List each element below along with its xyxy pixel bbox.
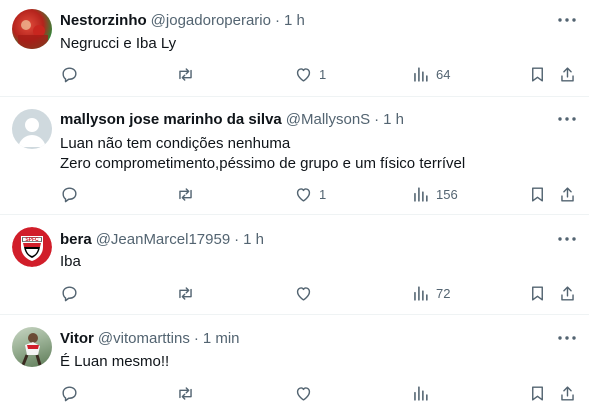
bookmark-button[interactable]: [528, 283, 547, 303]
retweet-button[interactable]: [176, 64, 195, 84]
like-button[interactable]: [294, 383, 319, 403]
separator-dot: ·: [374, 110, 380, 128]
user-handle[interactable]: @vitomarttins: [98, 330, 190, 347]
like-icon: [294, 185, 313, 204]
like-button[interactable]: [294, 283, 319, 303]
reply-icon: [60, 185, 79, 204]
user-handle[interactable]: @MallysonS: [286, 111, 370, 128]
tweet[interactable]: SPFC bera @JeanMarcel17959 · 1 h Iba 72: [0, 215, 589, 315]
bookmark-icon: [528, 185, 547, 204]
user-handle[interactable]: @jogadoroperario: [151, 12, 271, 29]
avatar[interactable]: [12, 327, 52, 367]
reply-button[interactable]: [60, 64, 79, 84]
timestamp[interactable]: 1 h: [243, 231, 264, 248]
tweet-header: bera @JeanMarcel17959 · 1 h: [60, 229, 549, 249]
tweet-text: Luan não tem condições nenhuma Zero comp…: [60, 135, 466, 172]
share-icon: [558, 284, 577, 303]
bookmark-icon: [528, 384, 547, 403]
timestamp[interactable]: 1 h: [383, 111, 404, 128]
like-button[interactable]: 1: [294, 184, 326, 204]
retweet-button[interactable]: [176, 184, 195, 204]
views-button[interactable]: 156: [411, 184, 458, 204]
reply-button[interactable]: [60, 383, 79, 403]
like-count: 1: [319, 186, 327, 202]
views-button[interactable]: [411, 383, 436, 403]
retweet-button[interactable]: [176, 383, 195, 403]
like-icon: [294, 284, 313, 303]
share-button[interactable]: [558, 184, 577, 204]
reply-button[interactable]: [60, 184, 79, 204]
timestamp[interactable]: 1 min: [203, 330, 240, 347]
reply-button[interactable]: [60, 283, 79, 303]
action-bar: 1 156: [0, 184, 589, 204]
separator-dot: ·: [193, 329, 199, 347]
share-icon: [558, 185, 577, 204]
retweet-icon: [176, 284, 195, 303]
tweet-header: mallyson jose marinho da silva @Mallyson…: [60, 109, 549, 129]
views-count: 64: [436, 66, 451, 82]
separator-dot: ·: [274, 11, 280, 29]
bookmark-icon: [528, 284, 547, 303]
views-count: 72: [436, 285, 451, 301]
display-name[interactable]: Nestorzinho: [60, 12, 147, 29]
avatar[interactable]: [12, 109, 52, 149]
tweet[interactable]: Nestorzinho @jogadoroperario · 1 h Negru…: [0, 0, 589, 97]
share-icon: [558, 384, 577, 403]
retweet-icon: [176, 65, 195, 84]
retweet-icon: [176, 384, 195, 403]
reply-icon: [60, 284, 79, 303]
retweet-button[interactable]: [176, 283, 195, 303]
avatar-badge-text: SPFC: [25, 237, 39, 243]
bookmark-button[interactable]: [528, 64, 547, 84]
tweet-text: É Luan mesmo!!: [60, 353, 170, 370]
more-icon[interactable]: [557, 109, 577, 129]
more-icon[interactable]: [557, 328, 577, 348]
views-icon: [411, 384, 430, 403]
action-bar: 72: [0, 283, 589, 303]
avatar[interactable]: SPFC: [12, 227, 52, 267]
tweet[interactable]: mallyson jose marinho da silva @Mallyson…: [0, 97, 589, 215]
views-button[interactable]: 64: [411, 64, 450, 84]
more-icon[interactable]: [557, 229, 577, 249]
views-icon: [411, 284, 430, 303]
action-bar: [0, 383, 589, 403]
like-button[interactable]: 1: [294, 64, 326, 84]
share-button[interactable]: [558, 64, 577, 84]
views-icon: [411, 65, 430, 84]
retweet-icon: [176, 185, 195, 204]
more-icon[interactable]: [557, 10, 577, 30]
views-icon: [411, 185, 430, 204]
like-icon: [294, 65, 313, 84]
display-name[interactable]: bera: [60, 231, 92, 248]
tweet-header: Vitor @vitomarttins · 1 min: [60, 328, 549, 348]
tweet-header: Nestorzinho @jogadoroperario · 1 h: [60, 10, 549, 30]
display-name[interactable]: mallyson jose marinho da silva: [60, 111, 282, 128]
avatar[interactable]: [12, 9, 52, 49]
display-name[interactable]: Vitor: [60, 330, 94, 347]
separator-dot: ·: [234, 230, 240, 248]
tweet-text: Negrucci e Iba Ly: [60, 35, 177, 52]
tweet-text: Iba: [60, 253, 81, 270]
tweet[interactable]: Vitor @vitomarttins · 1 min É Luan mesmo…: [0, 315, 589, 415]
like-count: 1: [319, 66, 327, 82]
like-icon: [294, 384, 313, 403]
user-handle[interactable]: @JeanMarcel17959: [96, 231, 230, 248]
timestamp[interactable]: 1 h: [284, 12, 305, 29]
share-button[interactable]: [558, 383, 577, 403]
views-count: 156: [436, 186, 458, 202]
share-icon: [558, 65, 577, 84]
share-button[interactable]: [558, 283, 577, 303]
reply-icon: [60, 384, 79, 403]
bookmark-button[interactable]: [528, 184, 547, 204]
reply-icon: [60, 65, 79, 84]
action-bar: 1 64: [0, 64, 589, 84]
bookmark-button[interactable]: [528, 383, 547, 403]
bookmark-icon: [528, 65, 547, 84]
views-button[interactable]: 72: [411, 283, 450, 303]
